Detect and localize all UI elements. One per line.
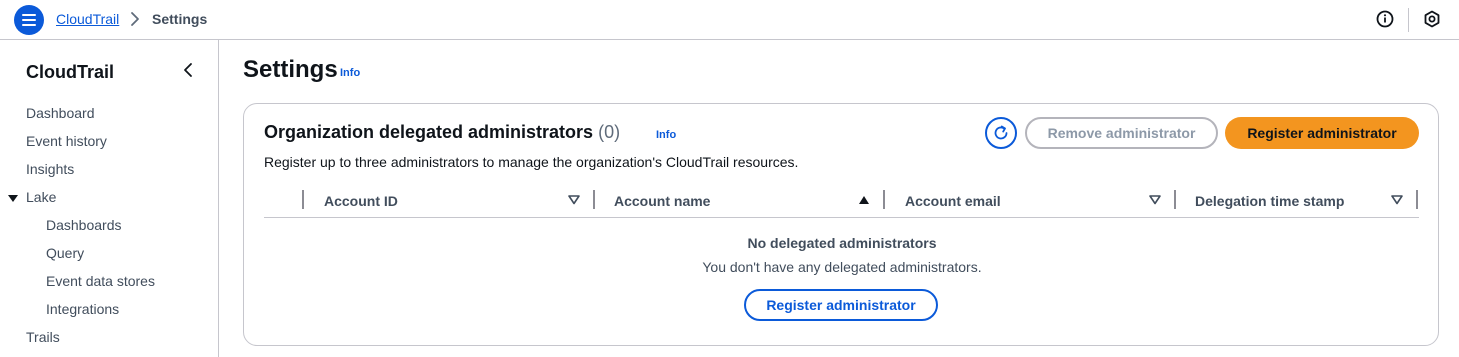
sidebar-item-insights[interactable]: Insights [26,161,74,177]
card-description: Register up to three administrators to m… [264,154,799,170]
page-title: Settings [243,56,338,83]
caret-down-icon[interactable] [8,194,18,204]
sidebar-item-dashboards[interactable]: Dashboards [46,217,122,233]
page-info-link[interactable]: Info [340,67,360,79]
sidebar-item-event-data-stores[interactable]: Event data stores [46,273,155,289]
column-header-delegation-time-stamp[interactable]: Delegation time stamp [1195,186,1344,216]
column-header-account-name[interactable]: Account name [614,186,710,216]
column-header-account-email[interactable]: Account email [905,186,1001,216]
sidebar-item-lake[interactable]: Lake [26,189,56,205]
side-navigation: CloudTrail Dashboard Event history Insig… [0,40,219,357]
chevron-right-icon [131,12,139,26]
refresh-button[interactable] [985,117,1017,149]
breadcrumb-link-cloudtrail[interactable]: CloudTrail [56,11,119,27]
card-title: Organization delegated administrators (0… [264,122,620,143]
refresh-icon [994,125,1008,140]
column-divider[interactable] [883,190,885,209]
sidebar-item-query[interactable]: Query [46,245,84,261]
column-divider[interactable] [593,190,595,209]
column-divider[interactable] [302,190,304,209]
top-navigation-bar: CloudTrail Settings [0,0,1459,40]
info-icon[interactable] [1376,10,1394,28]
empty-state-register-button[interactable]: Register administrator [744,289,938,321]
card-info-link[interactable]: Info [656,129,676,141]
sort-descending-icon[interactable] [568,195,580,205]
table-header: Account ID Account name Account email De… [264,186,1419,218]
collapse-sidebar-icon[interactable] [180,62,196,78]
empty-state-description: You don't have any delegated administrat… [702,259,982,275]
card-count: (0) [598,122,621,142]
settings-gear-icon[interactable] [1423,10,1441,28]
sort-descending-icon[interactable] [1391,195,1403,205]
empty-state-title: No delegated administrators [747,235,937,251]
column-header-account-id[interactable]: Account ID [324,186,398,216]
sidebar-item-dashboard[interactable]: Dashboard [26,105,95,121]
breadcrumb-current: Settings [152,11,208,27]
sort-ascending-icon[interactable] [858,195,870,205]
sidebar-title: CloudTrail [26,62,115,82]
sidebar-item-event-history[interactable]: Event history [26,133,107,149]
remove-administrator-button[interactable]: Remove administrator [1025,117,1218,149]
delegated-administrators-container: Organization delegated administrators (0… [243,103,1439,346]
sort-descending-icon[interactable] [1149,195,1161,205]
register-administrator-button[interactable]: Register administrator [1225,117,1419,149]
sidebar-item-integrations[interactable]: Integrations [46,301,119,317]
card-title-text: Organization delegated administrators [264,122,594,142]
column-divider[interactable] [1416,190,1418,209]
hamburger-menu-icon [22,14,36,26]
column-divider[interactable] [1174,190,1176,209]
menu-button[interactable] [14,5,44,35]
sidebar-item-trails[interactable]: Trails [26,329,60,345]
topbar-divider [1408,8,1409,32]
